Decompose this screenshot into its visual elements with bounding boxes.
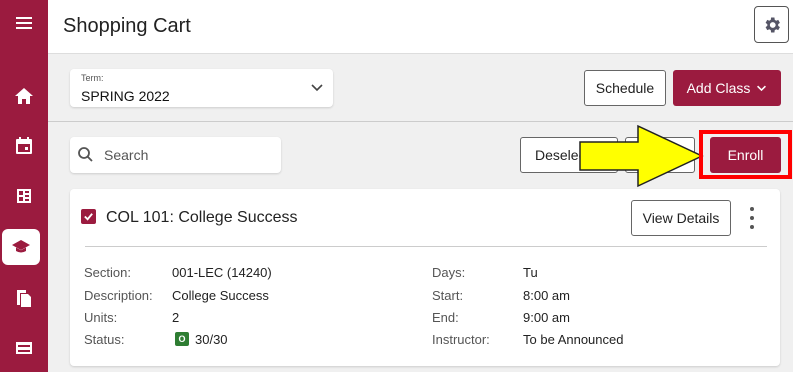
nav-calendar[interactable] (0, 124, 48, 168)
description-label: Description: (84, 288, 153, 303)
checkmark-icon (84, 213, 93, 221)
add-class-button[interactable]: Add Class (673, 70, 781, 106)
search-field[interactable] (70, 137, 281, 173)
instructor-label: Instructor: (432, 332, 490, 347)
schedule-button[interactable]: Schedule (584, 70, 666, 106)
start-value: 8:00 am (523, 288, 570, 303)
documents-icon (17, 290, 31, 307)
search-input[interactable] (104, 145, 269, 165)
card-divider (85, 246, 767, 247)
credit-card-icon (16, 342, 32, 354)
course-card: COL 101: College Success View Details Se… (70, 189, 780, 366)
description-value: College Success (172, 288, 269, 303)
term-select[interactable]: Term: SPRING 2022 (70, 69, 333, 107)
end-label: End: (432, 310, 459, 325)
units-label: Units: (84, 310, 118, 325)
menu-icon (16, 17, 32, 29)
calendar-icon (16, 137, 32, 154)
menu-button[interactable] (0, 1, 48, 45)
days-value: Tu (523, 265, 538, 280)
sidebar (0, 0, 48, 372)
term-value: SPRING 2022 (81, 88, 170, 104)
instructor-value: To be Announced (523, 332, 624, 347)
section-divider (48, 121, 793, 122)
term-label: Term: (81, 73, 104, 83)
status-label: Status: (84, 332, 125, 347)
nav-documents[interactable] (0, 276, 48, 320)
page-header: Shopping Cart (48, 0, 793, 54)
settings-button[interactable] (754, 6, 789, 43)
chevron-down-icon (311, 84, 323, 92)
nav-home[interactable] (0, 74, 48, 118)
chevron-down-icon (757, 85, 767, 91)
gear-icon (765, 17, 780, 32)
nav-academics[interactable] (2, 229, 40, 265)
section-value: 001-LEC (14240) (172, 265, 272, 280)
search-icon (78, 147, 93, 162)
annotation-arrow-icon (579, 124, 704, 188)
home-icon (15, 88, 33, 104)
add-class-label: Add Class (686, 80, 751, 96)
schedule-icon (17, 189, 31, 203)
page-title: Shopping Cart (63, 15, 191, 37)
nav-schedule[interactable] (0, 174, 48, 218)
course-checkbox[interactable] (81, 209, 96, 224)
end-value: 9:00 am (523, 310, 570, 325)
nav-payment[interactable] (0, 326, 48, 370)
days-label: Days: (432, 265, 466, 280)
units-value: 2 (172, 310, 180, 325)
start-label: Start: (432, 288, 464, 303)
status-badge: O (175, 332, 189, 346)
view-details-button[interactable]: View Details (631, 200, 731, 236)
enroll-highlight-box (699, 130, 792, 179)
section-label: Section: (84, 265, 131, 280)
graduation-cap-icon (12, 240, 30, 253)
more-options-icon[interactable] (746, 204, 758, 232)
course-title: COL 101: College Success (106, 209, 298, 226)
status-value: 30/30 (195, 332, 228, 347)
